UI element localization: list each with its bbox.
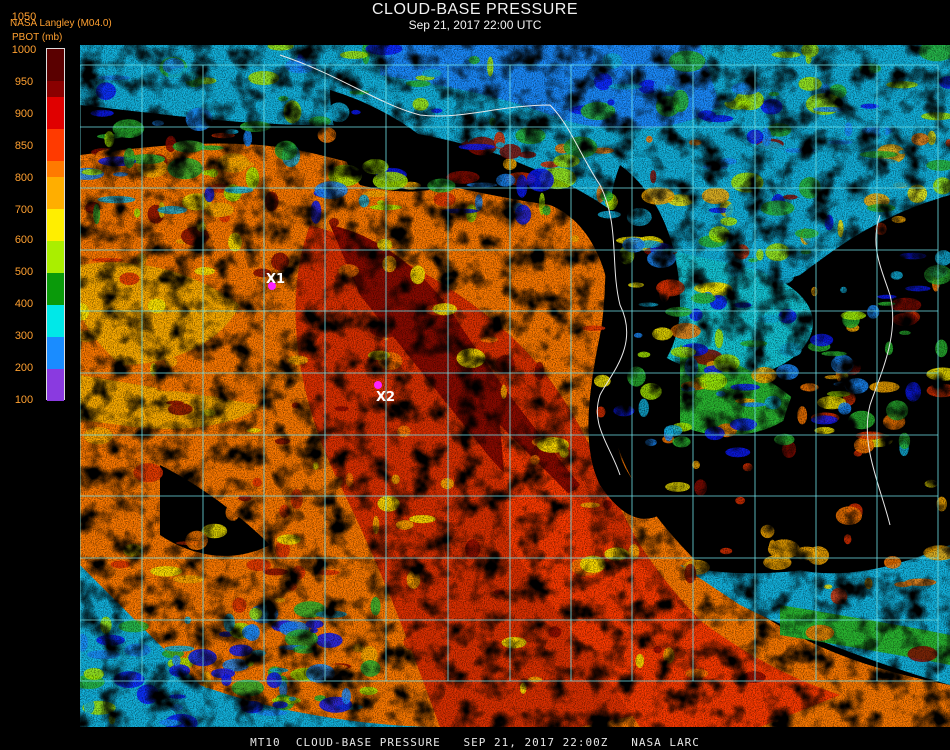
colorbar-tick-label: 100	[14, 394, 34, 406]
colorbar-tick-label: 700	[14, 204, 34, 216]
colorbar-tick-label: 600	[14, 234, 34, 246]
marker-label-x2: X2	[376, 390, 395, 405]
colorbar-tick-label: 1050	[11, 11, 37, 23]
colorbar-swatch	[47, 273, 64, 305]
colorbar-swatch	[47, 49, 64, 81]
marker-dot-x2	[374, 381, 382, 389]
colorbar-units: PBOT (mb)	[12, 32, 63, 43]
texture-noise	[80, 45, 950, 727]
colorbar-swatch	[47, 97, 64, 129]
colorbar-tick-label: 400	[14, 298, 34, 310]
colorbar-swatch	[47, 129, 64, 161]
colorbar-swatch	[47, 177, 64, 209]
colorbar-tick-label: 850	[14, 140, 34, 152]
colorbar-tick-label: 200	[14, 362, 34, 374]
satellite-map[interactable]: X1 X2	[80, 45, 950, 727]
colorbar-tick-label: 900	[14, 108, 34, 120]
colorbar-swatch	[47, 369, 64, 401]
colorbar	[46, 48, 65, 401]
colorbar-swatch	[47, 81, 64, 97]
marker-label-x1: X1	[266, 272, 285, 287]
colorbar-tick-label: 950	[14, 76, 34, 88]
colorbar-tick-label: 800	[14, 172, 34, 184]
colorbar-tick-label: 500	[14, 266, 34, 278]
colorbar-swatch	[47, 305, 64, 337]
colorbar-tick-label: 300	[14, 330, 34, 342]
colorbar-swatch	[47, 241, 64, 273]
map-title: CLOUD-BASE PRESSURE	[372, 1, 578, 18]
colorbar-tick-label: 1000	[11, 44, 37, 56]
colorbar-swatch	[47, 209, 64, 241]
map-timestamp: Sep 21, 2017 22:00 UTC	[408, 18, 542, 32]
colorbar-swatch	[47, 337, 64, 369]
footer-caption: MT10 CLOUD-BASE PRESSURE SEP 21, 2017 22…	[250, 736, 700, 749]
colorbar-swatch	[47, 161, 64, 177]
